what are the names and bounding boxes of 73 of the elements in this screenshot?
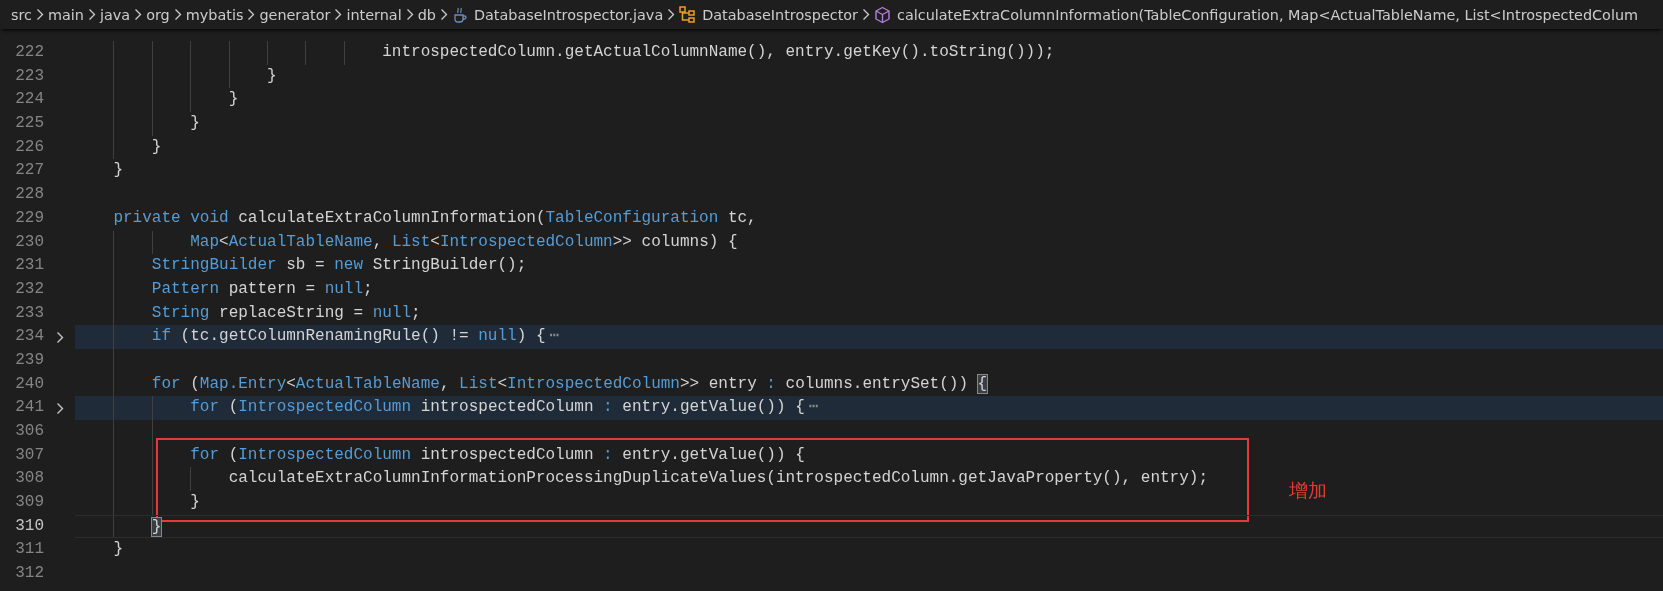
- indent-guide: [343, 41, 345, 65]
- code-line: Map<ActualTableName, List<IntrospectedColumn>> columns) {: [190, 232, 738, 251]
- chevron-right-icon: [134, 8, 143, 21]
- code-line: }: [190, 114, 200, 133]
- breadcrumb-item[interactable]: src: [11, 6, 32, 23]
- code-line: for (Map.Entry<ActualTableName, List<IntrospectedColumn>> entry : columns.entrySet()) {: [151, 374, 988, 393]
- code-line: private void calculateExtraColumnInformation(TableConfiguration tc,: [113, 208, 757, 227]
- line-number: 227: [14, 160, 44, 182]
- line-number: 231: [14, 255, 44, 277]
- chevron-right-icon: [439, 8, 448, 21]
- hierarchy-icon: [679, 6, 697, 23]
- line-number: 226: [14, 136, 44, 158]
- code-line: String replaceString = null;: [151, 303, 421, 322]
- code-line: calculateExtraColumnInformationProcessingDuplicateValues(introspectedColumn.getJavaProperty(), entry);: [228, 469, 1208, 488]
- chevron-right-icon: [862, 8, 871, 21]
- chevron-right-icon: [667, 8, 676, 21]
- line-number: 230: [14, 231, 44, 253]
- line-number: 225: [14, 113, 44, 135]
- chevron-right-icon: [88, 8, 96, 21]
- cube-icon: [874, 5, 892, 24]
- line-number: 240: [14, 373, 44, 395]
- breadcrumb-item[interactable]: db: [417, 6, 436, 23]
- breadcrumb-item[interactable]: main: [48, 6, 84, 23]
- breadcrumb-item[interactable]: java: [100, 6, 131, 23]
- line-number: 312: [14, 563, 44, 585]
- indent-guide: [305, 41, 307, 65]
- line-number: 223: [14, 65, 44, 87]
- line-number: 232: [14, 278, 44, 300]
- code-line: StringBuilder sb = new StringBuilder();: [151, 256, 527, 275]
- chevron-right-icon: [247, 8, 256, 21]
- code-line: Pattern pattern = null;: [151, 279, 373, 298]
- code-line: }: [151, 137, 162, 156]
- code-line: introspectedColumn.getActualColumnName(), entry.getKey().toString()));: [382, 43, 1055, 61]
- line-number: 234: [14, 326, 44, 348]
- breadcrumb-item[interactable]: internal: [346, 6, 402, 23]
- annotation-note: 增加: [1289, 477, 1327, 502]
- chevron-right-icon: [405, 8, 414, 21]
- line-number: 307: [14, 444, 44, 466]
- line-number: 224: [14, 89, 44, 111]
- line-number: 309: [14, 492, 44, 514]
- chevron-right-icon: [334, 8, 343, 21]
- chevron-right-icon: [173, 8, 182, 21]
- chevron-right-icon: [36, 8, 44, 21]
- indent-guide: [267, 41, 269, 65]
- code-line: for (IntrospectedColumn introspectedColumn : entry.getValue()) { ⋯: [190, 398, 819, 417]
- indent-guide: [151, 230, 153, 255]
- code-line: if (tc.getColumnRenamingRule() != null) { ⋯: [151, 327, 559, 346]
- line-number: 239: [14, 349, 44, 371]
- chevron-right-icon[interactable]: [55, 401, 64, 415]
- line-number: 306: [14, 421, 44, 442]
- line-number: 233: [14, 302, 44, 324]
- code-line: }: [190, 493, 200, 512]
- indent-guide: [190, 467, 192, 492]
- line-number: 311: [14, 539, 44, 561]
- breadcrumb-item[interactable]: DatabaseIntrospector.java: [473, 6, 664, 23]
- line-number: 308: [14, 468, 44, 490]
- breadcrumb-item[interactable]: mybatis: [185, 6, 244, 23]
- chevron-right-icon[interactable]: [55, 330, 64, 344]
- breadcrumb-item[interactable]: org: [146, 6, 170, 23]
- line-number: 222: [14, 42, 44, 63]
- coffee-cup-icon: [451, 5, 468, 24]
- breadcrumb-item[interactable]: DatabaseIntrospector: [702, 6, 859, 23]
- breadcrumb-item[interactable]: calculateExtraColumnInformation(TableConfiguration, Map<ActualTableName, List<IntrospectedColum: [897, 6, 1639, 23]
- code-line: }: [228, 90, 239, 109]
- line-number: 310: [14, 515, 44, 537]
- line-number: 241: [14, 397, 44, 419]
- breadcrumb-item[interactable]: generator: [259, 6, 331, 23]
- code-line: }: [113, 540, 123, 559]
- line-number: 228: [14, 184, 44, 206]
- code-line: }: [267, 66, 277, 85]
- code-line: for (IntrospectedColumn introspectedColumn : entry.getValue()) {: [190, 445, 805, 464]
- code-line: }: [113, 161, 123, 180]
- line-number: 229: [14, 207, 44, 229]
